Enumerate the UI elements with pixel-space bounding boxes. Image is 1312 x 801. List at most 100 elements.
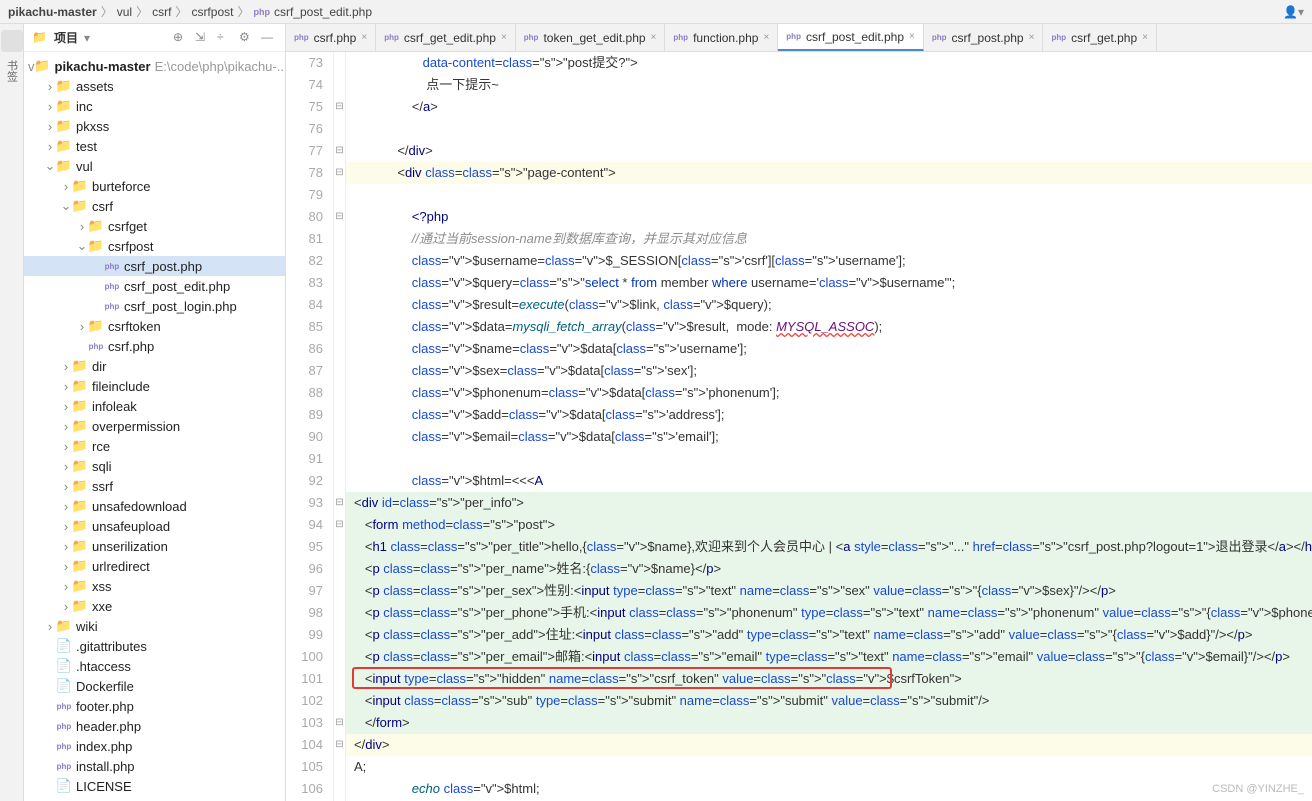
hide-icon[interactable]: — [261, 30, 277, 46]
code-line-89[interactable]: class="v">$add=class="v">$data[class="s"… [346, 404, 1312, 426]
tree-item-footer-php[interactable]: phpfooter.php [24, 696, 285, 716]
code-line-105[interactable]: A; [346, 756, 1312, 778]
expand-icon[interactable]: ⇲ [195, 30, 211, 46]
code-line-81[interactable]: //通过当前session-name到数据库查询，并显示其对应信息 [346, 228, 1312, 250]
tree-item-install-php[interactable]: phpinstall.php [24, 756, 285, 776]
code-area[interactable]: data-content=class="s">"post提交?"> 点一下提示~… [346, 52, 1312, 801]
code-line-99[interactable]: <p class=class="s">"per_add">住址:<input c… [346, 624, 1312, 646]
tree-item-wiki[interactable]: ›📁wiki [24, 616, 285, 636]
tree-item-index-php[interactable]: phpindex.php [24, 736, 285, 756]
tree-item-unsafedownload[interactable]: ›📁unsafedownload [24, 496, 285, 516]
crumb-root[interactable]: pikachu-master [8, 5, 97, 19]
close-icon[interactable]: × [501, 32, 507, 43]
tree-item-csrftoken[interactable]: ›📁csrftoken [24, 316, 285, 336]
code-line-94[interactable]: <form method=class="s">"post"> [346, 514, 1312, 536]
tree-item-burteforce[interactable]: ›📁burteforce [24, 176, 285, 196]
code-line-96[interactable]: <p class=class="s">"per_name">姓名:{class=… [346, 558, 1312, 580]
tree-item-csrf-php[interactable]: phpcsrf.php [24, 336, 285, 356]
tab-csrf_post-php[interactable]: phpcsrf_post.php× [924, 24, 1044, 51]
code-line-75[interactable]: </a> [346, 96, 1312, 118]
project-tree[interactable]: v📁pikachu-masterE:\code\php\pikachu-...›… [24, 52, 285, 801]
code-line-82[interactable]: class="v">$username=class="v">$_SESSION[… [346, 250, 1312, 272]
close-icon[interactable]: × [361, 32, 367, 43]
tree-item-LICENSE[interactable]: 📄LICENSE [24, 776, 285, 796]
tree-root[interactable]: v📁pikachu-masterE:\code\php\pikachu-... [24, 56, 285, 76]
code-line-92[interactable]: class="v">$html=<<<A [346, 470, 1312, 492]
tree-item-inc[interactable]: ›📁inc [24, 96, 285, 116]
code-line-91[interactable] [346, 448, 1312, 470]
tree-item-xxe[interactable]: ›📁xxe [24, 596, 285, 616]
code-line-106[interactable]: echo class="v">$html; [346, 778, 1312, 800]
tree-item-fileinclude[interactable]: ›📁fileinclude [24, 376, 285, 396]
code-line-100[interactable]: <p class=class="s">"per_email">邮箱:<input… [346, 646, 1312, 668]
close-icon[interactable]: × [1029, 32, 1035, 43]
tab-csrf_get_edit-php[interactable]: phpcsrf_get_edit.php× [376, 24, 516, 51]
tree-item-dir[interactable]: ›📁dir [24, 356, 285, 376]
code-line-90[interactable]: class="v">$email=class="v">$data[class="… [346, 426, 1312, 448]
code-line-76[interactable] [346, 118, 1312, 140]
code-line-74[interactable]: 点一下提示~ [346, 74, 1312, 96]
tree-item-csrf[interactable]: ⌄📁csrf [24, 196, 285, 216]
tree-item-xss[interactable]: ›📁xss [24, 576, 285, 596]
tree-item-vul[interactable]: ⌄📁vul [24, 156, 285, 176]
target-icon[interactable]: ⊕ [173, 30, 189, 46]
code-line-102[interactable]: <input class=class="s">"sub" type=class=… [346, 690, 1312, 712]
tool-label[interactable]: 书签 [4, 60, 20, 82]
crumb[interactable]: vul [117, 5, 132, 19]
crumb-file[interactable]: csrf_post_edit.php [274, 5, 372, 19]
crumb[interactable]: csrfpost [191, 5, 233, 19]
code-line-73[interactable]: data-content=class="s">"post提交?"> [346, 52, 1312, 74]
tree-item-urlredirect[interactable]: ›📁urlredirect [24, 556, 285, 576]
tree-item--htaccess[interactable]: 📄.htaccess [24, 656, 285, 676]
code-line-93[interactable]: <div id=class="s">"per_info"> [346, 492, 1312, 514]
tab-function-php[interactable]: phpfunction.php× [665, 24, 778, 51]
user-icon[interactable]: 👤▾ [1283, 5, 1304, 19]
tree-item-sqli[interactable]: ›📁sqli [24, 456, 285, 476]
tree-item-csrfget[interactable]: ›📁csrfget [24, 216, 285, 236]
code-line-80[interactable]: <?php [346, 206, 1312, 228]
code-editor[interactable]: 7374757677787980818283848586878889909192… [286, 52, 1312, 801]
tree-item--gitattributes[interactable]: 📄.gitattributes [24, 636, 285, 656]
code-line-103[interactable]: </form> [346, 712, 1312, 734]
tree-item-Dockerfile[interactable]: 📄Dockerfile [24, 676, 285, 696]
fold-gutter[interactable]: ⊟⊟⊟⊟⊟⊟⊟⊟ [334, 52, 346, 801]
tree-item-overpermission[interactable]: ›📁overpermission [24, 416, 285, 436]
tree-item-ssrf[interactable]: ›📁ssrf [24, 476, 285, 496]
code-line-95[interactable]: <h1 class=class="s">"per_title">hello,{c… [346, 536, 1312, 558]
close-icon[interactable]: × [1142, 32, 1148, 43]
code-line-88[interactable]: class="v">$phonenum=class="v">$data[clas… [346, 382, 1312, 404]
tree-item-csrfpost[interactable]: ⌄📁csrfpost [24, 236, 285, 256]
collapse-icon[interactable]: ÷ [217, 30, 233, 46]
code-line-79[interactable] [346, 184, 1312, 206]
code-line-84[interactable]: class="v">$result=execute(class="v">$lin… [346, 294, 1312, 316]
tab-csrf_post_edit-php[interactable]: phpcsrf_post_edit.php× [778, 24, 924, 51]
code-line-97[interactable]: <p class=class="s">"per_sex">性别:<input t… [346, 580, 1312, 602]
code-line-98[interactable]: <p class=class="s">"per_phone">手机:<input… [346, 602, 1312, 624]
tree-item-csrf_post-php[interactable]: phpcsrf_post.php [24, 256, 285, 276]
close-icon[interactable]: × [909, 31, 915, 42]
tree-item-header-php[interactable]: phpheader.php [24, 716, 285, 736]
close-icon[interactable]: × [651, 32, 657, 43]
tree-item-unsafeupload[interactable]: ›📁unsafeupload [24, 516, 285, 536]
code-line-78[interactable]: <div class=class="s">"page-content"> [346, 162, 1312, 184]
gear-icon[interactable]: ⚙ [239, 30, 255, 46]
tree-item-assets[interactable]: ›📁assets [24, 76, 285, 96]
tab-token_get_edit-php[interactable]: phptoken_get_edit.php× [516, 24, 666, 51]
tree-item-csrf_post_login-php[interactable]: phpcsrf_post_login.php [24, 296, 285, 316]
tab-csrf-php[interactable]: phpcsrf.php× [286, 24, 376, 51]
tree-item-test[interactable]: ›📁test [24, 136, 285, 156]
code-line-87[interactable]: class="v">$sex=class="v">$data[class="s"… [346, 360, 1312, 382]
close-icon[interactable]: × [763, 32, 769, 43]
tree-item-csrf_post_edit-php[interactable]: phpcsrf_post_edit.php [24, 276, 285, 296]
tree-item-rce[interactable]: ›📁rce [24, 436, 285, 456]
crumb[interactable]: csrf [152, 5, 171, 19]
code-line-83[interactable]: class="v">$query=class="s">"select * fro… [346, 272, 1312, 294]
code-line-86[interactable]: class="v">$name=class="v">$data[class="s… [346, 338, 1312, 360]
tree-item-infoleak[interactable]: ›📁infoleak [24, 396, 285, 416]
project-tool-icon[interactable] [1, 30, 23, 52]
tree-item-unserilization[interactable]: ›📁unserilization [24, 536, 285, 556]
code-line-85[interactable]: class="v">$data=mysqli_fetch_array(class… [346, 316, 1312, 338]
tab-csrf_get-php[interactable]: phpcsrf_get.php× [1043, 24, 1157, 51]
code-line-104[interactable]: </div> [346, 734, 1312, 756]
code-line-77[interactable]: </div> [346, 140, 1312, 162]
